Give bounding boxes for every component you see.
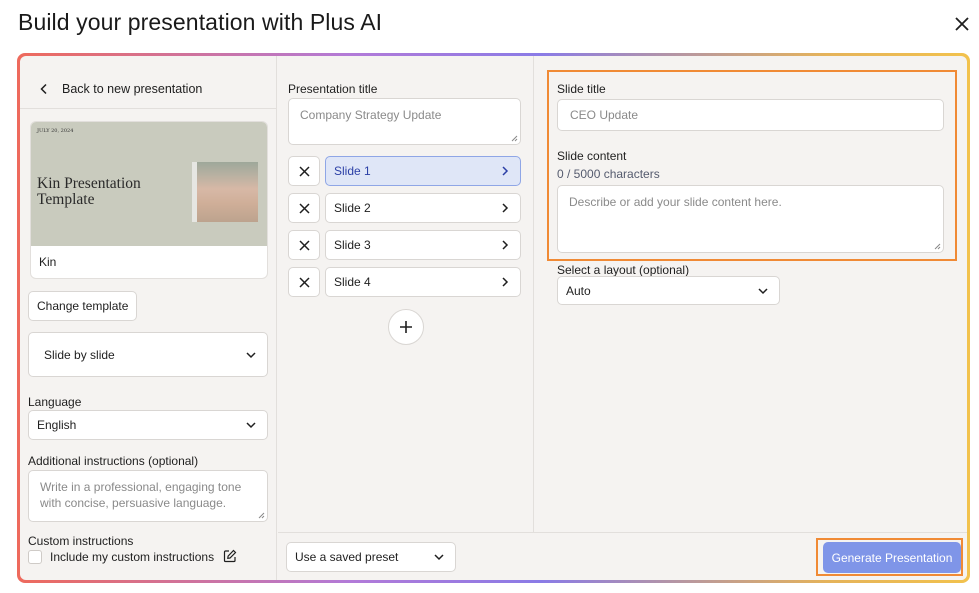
slide-content-textarea[interactable]: Describe or add your slide content here. xyxy=(557,185,944,253)
chevron-down-icon xyxy=(758,287,768,294)
resize-handle-icon[interactable] xyxy=(934,243,941,250)
mode-select-value: Slide by slide xyxy=(44,347,115,362)
custom-instructions-label: Custom instructions xyxy=(28,534,134,548)
layout-value: Auto xyxy=(566,283,591,298)
slide-label: Slide 2 xyxy=(334,201,371,215)
add-slide-button[interactable] xyxy=(388,309,424,345)
character-count: 0 / 5000 characters xyxy=(557,167,660,181)
resize-handle-icon[interactable] xyxy=(511,135,518,142)
slide-button[interactable]: Slide 3 xyxy=(325,230,521,260)
slide-title-placeholder: CEO Update xyxy=(570,108,639,122)
slide-button[interactable]: Slide 4 xyxy=(325,267,521,297)
close-icon[interactable] xyxy=(952,14,972,34)
custom-instructions-checkbox-label: Include my custom instructions xyxy=(50,550,215,564)
chevron-right-icon xyxy=(502,240,509,250)
dialog-body: Back to new presentation JULY 20, 2024 K… xyxy=(20,56,967,580)
chevron-right-icon xyxy=(502,166,509,176)
slide-content-placeholder: Describe or add your slide content here. xyxy=(569,195,782,209)
slide-title-label: Slide title xyxy=(557,82,606,96)
additional-instructions-textarea[interactable]: Write in a professional, engaging tone w… xyxy=(28,470,268,522)
generate-presentation-button[interactable]: Generate Presentation xyxy=(823,542,961,573)
slide-content-label: Slide content xyxy=(557,149,627,163)
remove-slide-button[interactable] xyxy=(288,230,320,260)
presentation-title-label: Presentation title xyxy=(288,82,378,96)
close-icon xyxy=(298,202,310,214)
chevron-down-icon xyxy=(434,554,444,561)
close-icon xyxy=(298,276,310,288)
chevron-down-icon xyxy=(246,422,256,429)
close-icon xyxy=(298,165,310,177)
gradient-frame: Back to new presentation JULY 20, 2024 K… xyxy=(17,53,970,583)
dialog-title: Build your presentation with Plus AI xyxy=(18,9,383,35)
template-name: Kin xyxy=(39,255,57,269)
template-photo xyxy=(192,162,258,222)
slide-label: Slide 3 xyxy=(334,238,371,252)
back-button[interactable]: Back to new presentation xyxy=(38,82,202,96)
language-select[interactable]: English xyxy=(28,410,268,440)
divider xyxy=(20,108,277,109)
language-value: English xyxy=(37,418,77,432)
custom-instructions-checkbox[interactable] xyxy=(28,550,42,564)
template-date: JULY 20, 2024 xyxy=(37,128,74,134)
chevron-right-icon xyxy=(502,277,509,287)
slide-label: Slide 1 xyxy=(334,164,371,178)
slide-button[interactable]: Slide 1 xyxy=(325,156,521,186)
chevron-down-icon xyxy=(246,351,256,358)
template-preview: JULY 20, 2024 Kin Presentation Template xyxy=(31,122,267,246)
additional-instructions-placeholder: Write in a professional, engaging tone w… xyxy=(40,480,242,510)
presentation-title-placeholder: Company Strategy Update xyxy=(300,108,442,122)
footer-bar: Use a saved preset Generate Presentation xyxy=(278,532,967,580)
slide-title-input[interactable]: CEO Update xyxy=(557,99,944,131)
template-card[interactable]: JULY 20, 2024 Kin Presentation Template … xyxy=(30,121,268,279)
plus-icon xyxy=(400,321,412,333)
slide-button[interactable]: Slide 2 xyxy=(325,193,521,223)
template-preview-title: Kin Presentation Template xyxy=(37,175,141,208)
edit-icon[interactable] xyxy=(223,549,237,563)
close-icon xyxy=(298,239,310,251)
mode-select[interactable]: Slide by slide xyxy=(28,332,268,377)
back-label: Back to new presentation xyxy=(62,82,203,96)
remove-slide-button[interactable] xyxy=(288,156,320,186)
layout-select[interactable]: Auto xyxy=(557,276,780,305)
remove-slide-button[interactable] xyxy=(288,267,320,297)
chevron-left-icon xyxy=(40,83,47,95)
template-photo-edge xyxy=(192,162,197,222)
resize-handle-icon[interactable] xyxy=(258,512,265,519)
preset-label: Use a saved preset xyxy=(295,550,399,564)
left-panel: Back to new presentation JULY 20, 2024 K… xyxy=(20,56,277,580)
slides-panel: Presentation title Company Strategy Upda… xyxy=(278,56,534,532)
change-template-button[interactable]: Change template xyxy=(28,291,137,321)
language-label: Language xyxy=(28,395,82,409)
preset-select[interactable]: Use a saved preset xyxy=(286,542,456,572)
chevron-right-icon xyxy=(502,203,509,213)
slide-label: Slide 4 xyxy=(334,275,371,289)
layout-label: Select a layout (optional) xyxy=(557,263,690,277)
presentation-title-input[interactable]: Company Strategy Update xyxy=(288,98,521,145)
slide-editor-panel: Slide title CEO Update Slide content 0 /… xyxy=(535,56,967,532)
remove-slide-button[interactable] xyxy=(288,193,320,223)
additional-instructions-label: Additional instructions (optional) xyxy=(28,454,199,468)
